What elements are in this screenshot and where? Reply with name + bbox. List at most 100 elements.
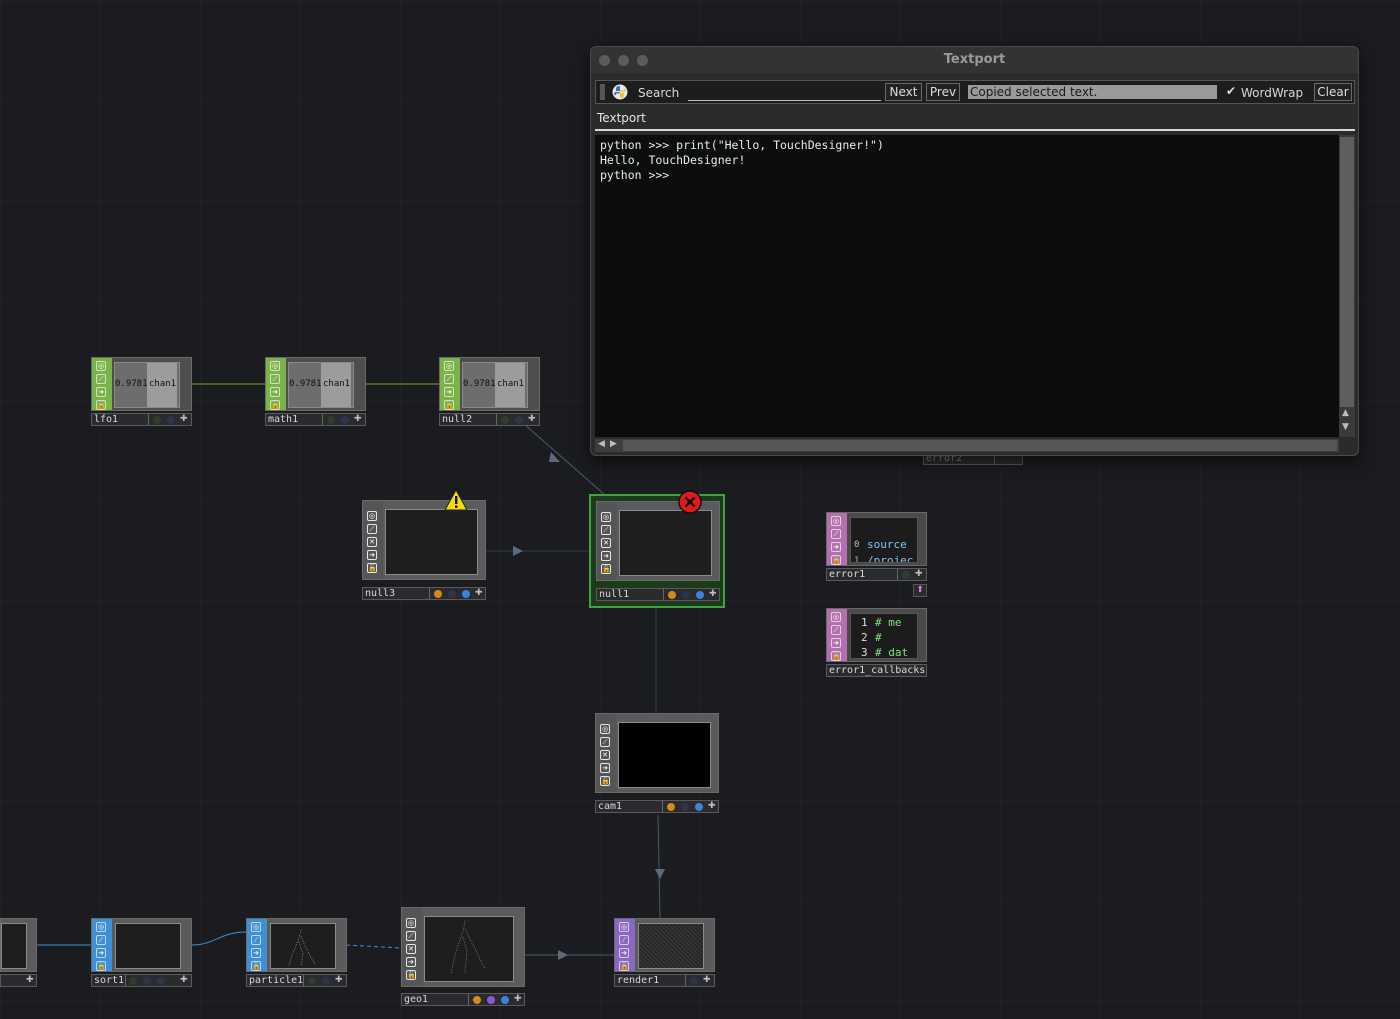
viewer-toggle-icon[interactable]: ◎ <box>600 724 610 734</box>
vertical-scrollbar[interactable]: ▲ ▼ <box>1339 135 1355 437</box>
bypass-icon[interactable]: ✕ <box>601 538 611 548</box>
viewer-toggle-icon[interactable]: ◎ <box>601 512 611 522</box>
display-flag[interactable] <box>143 977 151 985</box>
add-icon[interactable]: ✚ <box>335 975 343 985</box>
display-flag[interactable] <box>322 977 330 985</box>
node-partial-sop[interactable]: ✚ <box>0 918 37 988</box>
clone-icon[interactable]: ⟋ <box>601 525 611 535</box>
bypass-flag[interactable] <box>327 416 335 424</box>
scroll-right-icon[interactable]: ▶ <box>610 439 617 449</box>
display-flag[interactable] <box>501 996 509 1004</box>
export-icon[interactable]: ➔ <box>831 638 841 648</box>
python-icon[interactable] <box>612 84 628 100</box>
add-icon[interactable]: ✚ <box>354 414 362 424</box>
add-icon[interactable]: ✚ <box>708 801 716 811</box>
console-output[interactable]: python >>> print("Hello, TouchDesigner!"… <box>595 135 1339 437</box>
node-name-box[interactable]: cam1 <box>596 801 663 812</box>
lock-icon[interactable]: 🔓 <box>96 400 106 410</box>
node-name-box[interactable]: null2 <box>440 414 497 425</box>
lock-icon[interactable]: 🔓 <box>831 651 841 661</box>
clone-icon[interactable]: ⟋ <box>831 529 841 539</box>
bypass-icon[interactable]: ✕ <box>406 944 416 954</box>
add-icon[interactable]: ✚ <box>180 414 188 424</box>
viewer-flag[interactable] <box>668 591 676 599</box>
node-math1[interactable]: ◎ ⟋ ➔ 🔓 0.9781 chan1 math1 ✚ <box>265 357 366 427</box>
clone-icon[interactable]: ⟋ <box>444 374 454 384</box>
clone-icon[interactable]: ⟋ <box>251 935 261 945</box>
node-lfo1[interactable]: ◎ ⟋ ➔ 🔓 0.9781 chan1 lfo1 ✚ <box>91 357 192 427</box>
add-icon[interactable]: ✚ <box>475 588 483 598</box>
node-null1[interactable]: ◎ ⟋ ✕ ➔ 🔓 null1 ✚ <box>589 490 725 608</box>
next-button[interactable]: Next <box>885 83 922 101</box>
export-icon[interactable]: ➔ <box>96 387 106 397</box>
node-particle1[interactable]: ◎ ⟋ ➔ 🔓 particle1 ✚ <box>246 918 347 988</box>
display-flag[interactable] <box>515 416 523 424</box>
drag-handle[interactable] <box>600 84 605 100</box>
error-icon[interactable] <box>678 490 702 514</box>
title-bar[interactable]: Textport <box>591 47 1358 73</box>
viewer-toggle-icon[interactable]: ◎ <box>270 361 280 371</box>
add-icon[interactable]: ✚ <box>26 975 34 985</box>
display-flag[interactable] <box>341 416 349 424</box>
tab-textport[interactable]: Textport <box>597 111 646 125</box>
display-flag[interactable] <box>696 591 704 599</box>
bypass-flag[interactable] <box>902 571 910 579</box>
prev-button[interactable]: Prev <box>926 83 960 101</box>
clone-icon[interactable]: ⟋ <box>600 737 610 747</box>
add-icon[interactable]: ✚ <box>514 994 522 1004</box>
lock-icon[interactable]: 🔓 <box>601 564 611 574</box>
render-flag[interactable] <box>157 977 165 985</box>
clone-icon[interactable]: ⟋ <box>831 625 841 635</box>
viewer-toggle-icon[interactable]: ◎ <box>831 612 841 622</box>
clone-icon[interactable]: ⟋ <box>96 374 106 384</box>
viewer-flag[interactable] <box>473 996 481 1004</box>
horizontal-scrollbar[interactable]: ◀ ▶ <box>595 439 1339 452</box>
checkmark-icon[interactable]: ✔ <box>1226 84 1236 98</box>
add-icon[interactable]: ✚ <box>528 414 536 424</box>
node-name-box[interactable]: sort1 <box>92 975 126 986</box>
viewer-toggle-icon[interactable]: ◎ <box>619 922 629 932</box>
node-error1-callbacks[interactable]: ◎ ⟋ ➔ 🔓 1 # me 2 # 3 # dat error1_callba… <box>826 608 927 678</box>
bypass-icon[interactable]: ✕ <box>600 750 610 760</box>
network-editor[interactable]: ◎ ⟋ ➔ 🔓 0.9781 chan1 lfo1 ✚ ◎ ⟋ ➔ 🔓 0.97… <box>0 0 1400 1019</box>
node-error1[interactable]: ◎ ⟋ ➔ 🔓 0 source 1 /projec error1 ✚ ⬆ <box>826 512 927 597</box>
node-name-box[interactable]: render1 <box>615 975 686 986</box>
bypass-icon[interactable]: ✕ <box>367 537 377 547</box>
node-name-box[interactable]: particle1 <box>247 975 304 986</box>
bypass-flag[interactable] <box>153 416 161 424</box>
node-name-box[interactable]: geo1 <box>402 994 469 1005</box>
scroll-thumb[interactable] <box>623 440 1337 451</box>
node-null2[interactable]: ◎ ⟋ ➔ 🔓 0.9781 chan1 null2 ✚ <box>439 357 540 427</box>
export-icon[interactable]: ➔ <box>270 387 280 397</box>
bypass-flag[interactable] <box>308 977 316 985</box>
viewer-toggle-icon[interactable]: ◎ <box>444 361 454 371</box>
add-icon[interactable]: ✚ <box>703 975 711 985</box>
bypass-flag[interactable] <box>501 416 509 424</box>
lock-icon[interactable]: 🔓 <box>600 776 610 786</box>
render-flag[interactable] <box>487 996 495 1004</box>
lock-icon[interactable]: 🔓 <box>270 400 280 410</box>
export-icon[interactable]: ➔ <box>600 763 610 773</box>
display-flag[interactable] <box>167 416 175 424</box>
add-icon[interactable]: ✚ <box>915 569 923 579</box>
add-icon[interactable]: ✚ <box>180 975 188 985</box>
node-name-box[interactable]: error1 <box>827 569 898 580</box>
textport-window[interactable]: Textport Search Next Prev Copied selecte… <box>590 46 1359 456</box>
scroll-thumb[interactable] <box>1340 137 1354 407</box>
clone-icon[interactable]: ⟋ <box>619 935 629 945</box>
clone-icon[interactable]: ⟋ <box>270 374 280 384</box>
display-flag[interactable] <box>462 590 470 598</box>
lock-icon[interactable]: 🔓 <box>444 400 454 410</box>
node-name-box[interactable]: math1 <box>266 414 323 425</box>
bypass-flag[interactable] <box>682 591 690 599</box>
node-name-box[interactable]: lfo1 <box>92 414 149 425</box>
viewer-toggle-icon[interactable]: ◎ <box>367 511 377 521</box>
clear-button[interactable]: Clear <box>1314 83 1352 101</box>
export-icon[interactable]: ➔ <box>406 957 416 967</box>
bypass-flag[interactable] <box>681 803 689 811</box>
scroll-up-icon[interactable]: ▲ <box>1342 408 1349 418</box>
viewer-toggle-icon[interactable]: ◎ <box>406 918 416 928</box>
viewer-toggle-icon[interactable]: ◎ <box>96 922 106 932</box>
export-icon[interactable]: ➔ <box>831 542 841 552</box>
display-flag[interactable] <box>695 803 703 811</box>
